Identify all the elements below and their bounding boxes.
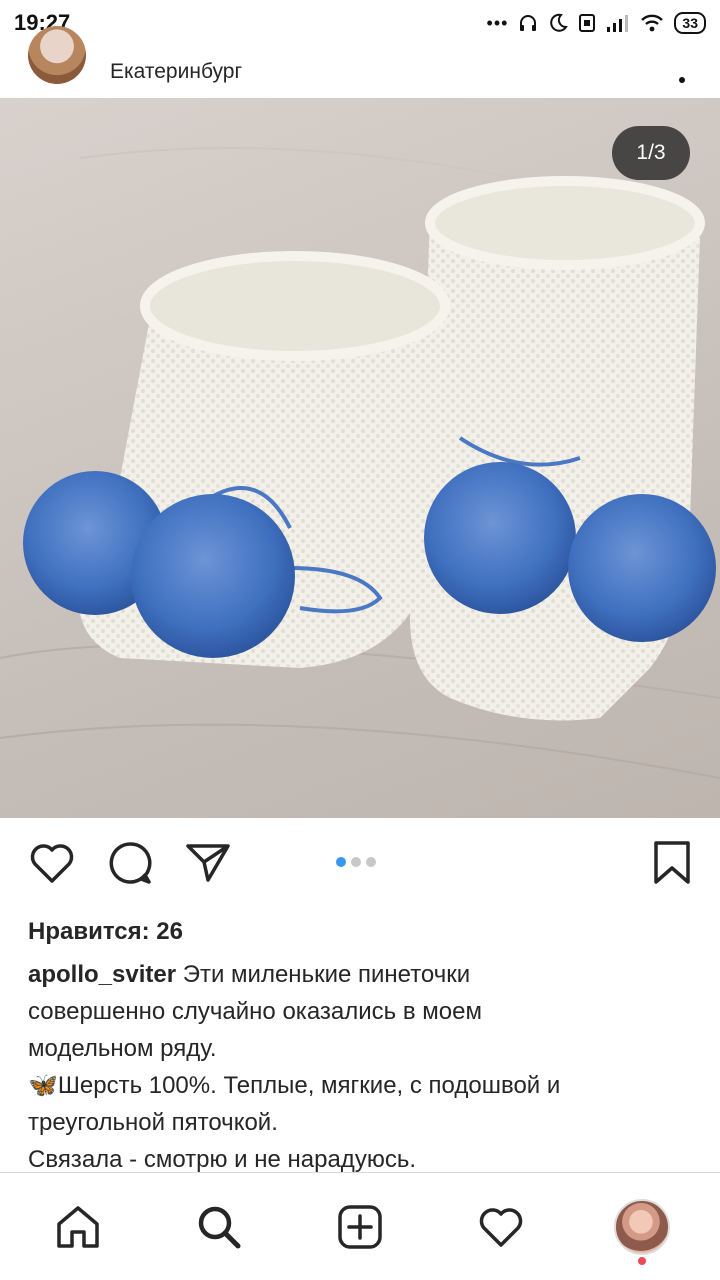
caption-line: apollo_sviter Эти миленькие пинеточки	[28, 956, 698, 993]
carousel-indicator	[336, 857, 376, 867]
author-avatar[interactable]	[28, 26, 86, 84]
caption-text: треугольной пяточкой.	[28, 1109, 278, 1136]
heart-icon	[479, 1207, 523, 1247]
caption-text: модельном ряду.	[28, 1035, 217, 1062]
comment-button[interactable]	[104, 837, 156, 889]
moon-icon	[550, 13, 569, 32]
like-button[interactable]	[26, 837, 78, 889]
post-caption: apollo_sviter Эти миленькие пинеточки со…	[28, 956, 698, 1178]
post-actions	[0, 818, 720, 908]
post-photo[interactable]: 1/3	[0, 98, 720, 818]
nav-new-post[interactable]	[330, 1197, 390, 1257]
bottom-navigation	[0, 1172, 720, 1280]
nav-search[interactable]	[189, 1197, 249, 1257]
more-notifications-icon: •••	[486, 12, 509, 33]
search-icon	[198, 1206, 241, 1248]
caption-text: Эти миленькие пинеточки	[182, 961, 471, 988]
status-bar: 19:27 ••• 33	[0, 0, 720, 46]
image-counter-badge: 1/3	[612, 126, 690, 180]
profile-avatar	[613, 1198, 670, 1255]
battery-indicator: 33	[674, 12, 706, 34]
headphones-icon	[520, 15, 537, 31]
post-header: Екатеринбург	[0, 26, 720, 98]
notification-dot	[637, 1256, 646, 1265]
likes-count[interactable]: Нравится: 26	[28, 918, 183, 946]
sim-icon	[579, 14, 596, 32]
heart-icon	[30, 844, 74, 883]
caption-text: совершенно случайно оказались в моем	[28, 998, 482, 1025]
wifi-icon	[641, 14, 664, 32]
more-options-button[interactable]	[672, 57, 692, 87]
save-button[interactable]	[646, 837, 698, 889]
carousel-dot	[366, 857, 376, 867]
nav-profile[interactable]	[612, 1197, 672, 1265]
share-button[interactable]	[182, 837, 234, 889]
paper-plane-icon	[186, 844, 230, 882]
plus-square-icon	[338, 1204, 382, 1249]
comment-icon	[109, 842, 152, 884]
caption-username[interactable]: apollo_sviter	[28, 961, 176, 988]
more-options-icon	[679, 77, 685, 83]
signal-icon	[607, 15, 629, 32]
carousel-dot	[336, 857, 346, 867]
nav-home[interactable]	[48, 1197, 108, 1257]
nav-activity[interactable]	[471, 1197, 531, 1257]
home-icon	[57, 1205, 100, 1248]
carousel-dot	[351, 857, 361, 867]
status-icons: ••• 33	[487, 12, 706, 34]
bookmark-icon	[654, 841, 690, 884]
caption-text: 🦋Шерсть 100%. Теплые, мягкие, с подошвой…	[28, 1072, 561, 1099]
booties-illustration	[0, 147, 720, 779]
post-location[interactable]: Екатеринбург	[110, 60, 242, 84]
